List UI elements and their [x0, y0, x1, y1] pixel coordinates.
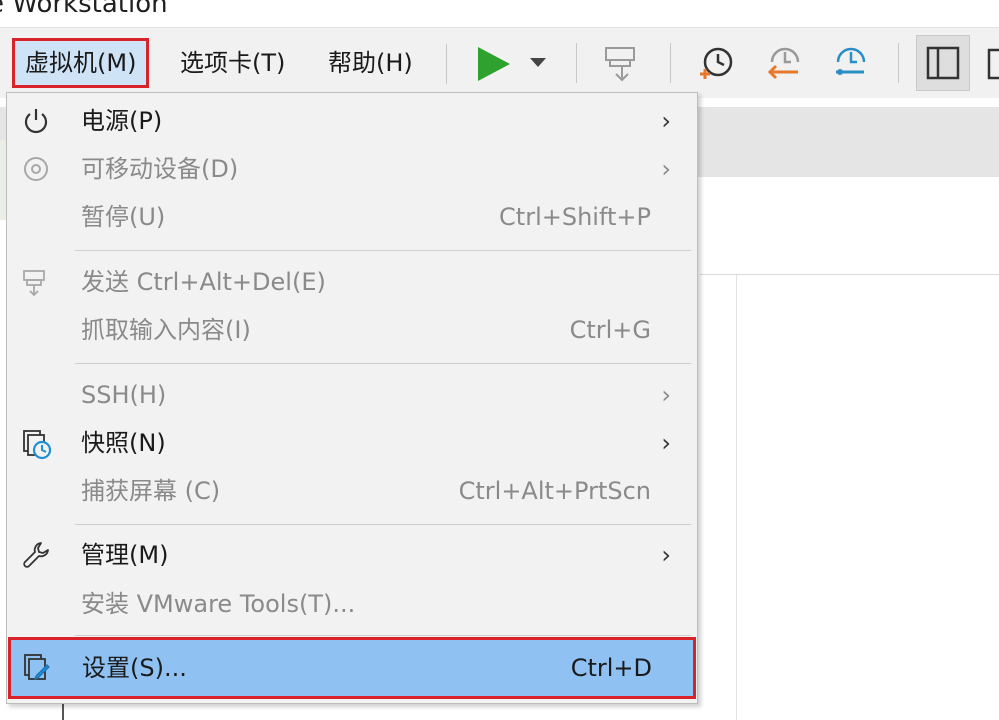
menu-item-power[interactable]: 电源(P) ›	[7, 98, 695, 144]
toolbar-separator	[576, 43, 577, 83]
menu-separator	[75, 524, 691, 525]
removable-device-icon	[21, 154, 51, 184]
window-title: e Workstation	[0, 0, 168, 19]
layout-icon[interactable]	[986, 48, 999, 82]
toolbar-separator	[446, 44, 447, 84]
toolbar-separator	[898, 43, 899, 83]
sidebar-layout-icon	[926, 46, 960, 80]
content-divider-vertical	[736, 275, 737, 720]
send-ctrl-alt-del-icon	[21, 267, 51, 297]
snapshot-manager-icon[interactable]	[830, 44, 870, 84]
chevron-right-icon: ›	[661, 107, 671, 135]
menu-item-ssh[interactable]: SSH(H) ›	[7, 372, 695, 418]
wrench-icon	[21, 540, 51, 570]
play-dropdown-chevron-icon[interactable]	[528, 56, 548, 70]
menu-tabs[interactable]: 选项卡(T)	[170, 38, 295, 88]
menu-separator	[75, 250, 691, 251]
settings-icon	[22, 652, 52, 682]
menu-item-settings[interactable]: 设置(S)... Ctrl+D	[8, 637, 696, 699]
menu-item-pause[interactable]: 暂停(U) Ctrl+Shift+P	[7, 194, 695, 240]
take-snapshot-icon[interactable]	[696, 44, 736, 84]
power-icon	[21, 106, 51, 136]
menu-item-send-ctrl-alt-del[interactable]: 发送 Ctrl+Alt+Del(E)	[7, 259, 695, 305]
menu-item-grab-input[interactable]: 抓取输入内容(I) Ctrl+G	[7, 307, 695, 353]
play-icon[interactable]	[474, 44, 514, 84]
chevron-right-icon: ›	[661, 381, 671, 409]
toolbar-separator	[670, 43, 671, 83]
send-keys-icon[interactable]	[602, 42, 642, 84]
snapshot-icon	[21, 428, 52, 460]
menu-item-manage[interactable]: 管理(M) ›	[7, 532, 695, 578]
content-divider	[700, 274, 999, 275]
menu-vm[interactable]: 虚拟机(M)	[12, 38, 150, 88]
menu-item-install-vmware-tools[interactable]: 安装 VMware Tools(T)...	[7, 581, 695, 627]
library-toggle-button[interactable]	[916, 35, 970, 91]
menu-separator	[75, 363, 691, 364]
menu-item-removable-devices[interactable]: 可移动设备(D) ›	[7, 146, 695, 192]
chevron-right-icon: ›	[661, 155, 671, 183]
revert-snapshot-icon[interactable]	[764, 44, 804, 84]
vm-dropdown-menu: 电源(P) › 可移动设备(D) › 暂停(U) Ctrl+Shift+P 发送…	[6, 92, 698, 704]
menu-item-snapshot[interactable]: 快照(N) ›	[7, 420, 695, 466]
menu-separator	[75, 635, 691, 636]
menu-item-capture-screen[interactable]: 捕获屏幕 (C) Ctrl+Alt+PrtScn	[7, 468, 695, 514]
chevron-right-icon: ›	[661, 429, 671, 457]
menu-help[interactable]: 帮助(H)	[318, 38, 423, 88]
chevron-right-icon: ›	[661, 541, 671, 569]
